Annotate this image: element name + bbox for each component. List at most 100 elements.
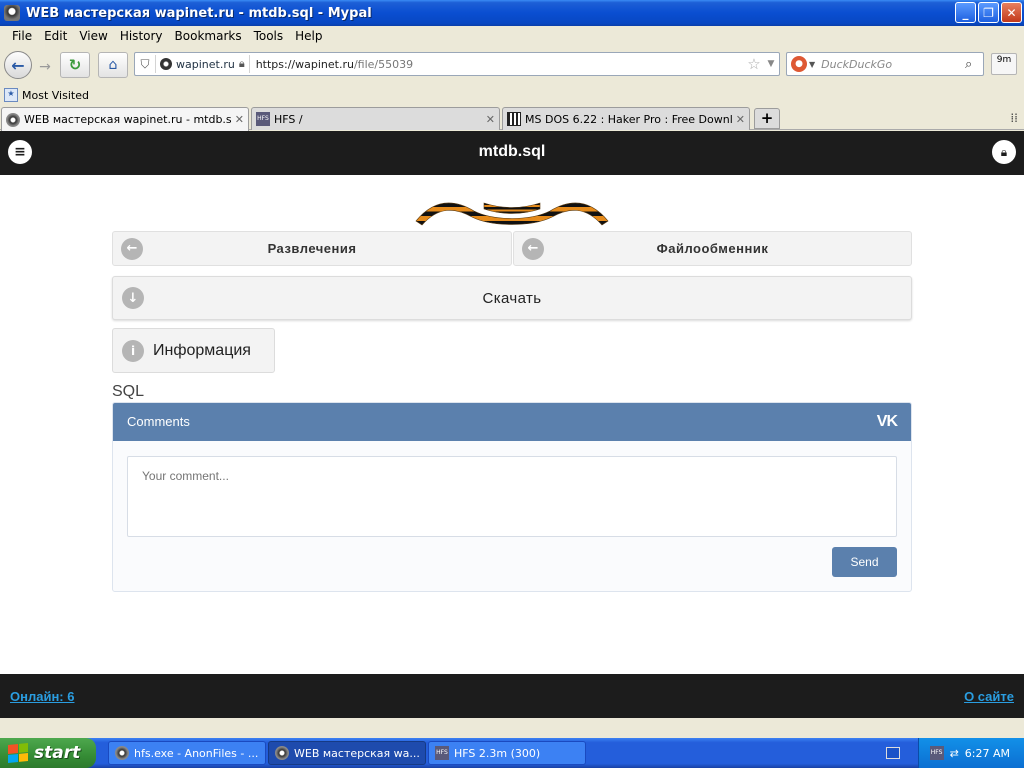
menu-bookmarks[interactable]: Bookmarks: [169, 29, 248, 43]
network-icon[interactable]: ⇄: [950, 747, 959, 760]
windows-taskbar: start hfs.exe - AnonFiles - ... WEB маст…: [0, 738, 1024, 768]
reload-button[interactable]: ↻: [60, 52, 90, 78]
start-label: start: [34, 743, 81, 763]
restore-button[interactable]: ❐: [978, 2, 999, 23]
list-all-tabs-icon[interactable]: ⁞⁞: [1010, 111, 1018, 125]
window-titlebar[interactable]: WEB мастерская wapinet.ru - mtdb.sql - M…: [0, 0, 1024, 26]
back-button[interactable]: ←: [4, 51, 32, 79]
menu-tools[interactable]: Tools: [248, 29, 290, 43]
forward-button[interactable]: →: [34, 54, 56, 80]
comments-header: Comments VK: [113, 403, 911, 441]
menu-edit[interactable]: Edit: [38, 29, 73, 43]
clock: 6:27 AM: [964, 746, 1010, 760]
menu-history[interactable]: History: [114, 29, 169, 43]
info-label: Информация: [153, 341, 251, 359]
file-type-label: SQL: [112, 383, 145, 400]
breadcrumb-file-exchange[interactable]: ← Файлообменник: [513, 231, 912, 266]
tracking-shield-icon[interactable]: ⛉: [135, 57, 155, 72]
tab-wapinet[interactable]: WEB мастерская wapinet.ru - mtdb.sql ✕: [1, 107, 249, 131]
task-label: HFS 2.3m (300): [454, 746, 541, 760]
cat-icon: [6, 112, 20, 127]
menu-file[interactable]: File: [6, 29, 38, 43]
taskbar-item-hfs-anonfiles[interactable]: hfs.exe - AnonFiles - ...: [108, 741, 266, 765]
online-count-link[interactable]: Онлайн: 6: [10, 689, 74, 704]
duckduckgo-icon[interactable]: ●: [791, 56, 807, 72]
hfs-tray-icon[interactable]: HFS: [929, 746, 944, 760]
keyboard-icon[interactable]: [886, 747, 900, 759]
tab-label: WEB мастерская wapinet.ru - mtdb.sql: [24, 113, 231, 126]
bookmark-folder-icon: ★: [4, 88, 18, 102]
search-bar[interactable]: ● ▼ DuckDuckGo ⌕: [786, 52, 984, 76]
cat-icon: [115, 746, 129, 760]
tab-label: MS DOS 6.22 : Haker Pro : Free Downloa..…: [525, 112, 732, 126]
plus-icon: +: [760, 109, 774, 127]
info-icon: i: [122, 339, 144, 362]
search-icon[interactable]: ⌕: [965, 57, 983, 72]
new-tab-button[interactable]: +: [754, 108, 780, 129]
page-content: ≡ mtdb.sql 🔒︎ ← Развлечения ← Файлообмен…: [0, 131, 1024, 718]
windows-logo-icon: [8, 742, 28, 764]
taskbar-item-hfs-server[interactable]: HFS HFS 2.3m (300): [428, 741, 586, 765]
home-icon: ⌂: [108, 57, 118, 73]
minimize-button[interactable]: _: [955, 2, 976, 23]
search-engine-dropdown-icon[interactable]: ▼: [809, 60, 815, 69]
about-link[interactable]: О сайте: [964, 689, 1014, 704]
extension-button[interactable]: 9m: [991, 53, 1017, 75]
close-tab-icon[interactable]: ✕: [486, 113, 495, 126]
download-label: Скачать: [482, 289, 542, 307]
menu-view[interactable]: View: [73, 29, 113, 43]
menu-bar: File Edit View History Bookmarks Tools H…: [0, 26, 1024, 46]
address-bar[interactable]: ⛉ wapinet.ru 🔒︎ https://wapinet.ru/file/…: [134, 52, 780, 76]
breadcrumb-label: Развлечения: [267, 241, 357, 256]
search-placeholder: DuckDuckGo: [821, 57, 893, 71]
tab-hfs[interactable]: HFS HFS / ✕: [251, 107, 500, 130]
mypal-app-icon: [4, 5, 20, 21]
bookmarks-toolbar: ★ Most Visited: [0, 84, 1024, 106]
site-identity-label: wapinet.ru: [176, 57, 235, 71]
info-button[interactable]: i Информация: [112, 328, 275, 373]
page-title: mtdb.sql: [478, 143, 546, 160]
arrow-down-icon: ↓: [122, 287, 144, 309]
close-tab-icon[interactable]: ✕: [736, 113, 745, 126]
login-lock-icon[interactable]: 🔒︎: [992, 140, 1016, 164]
bookmark-star-icon[interactable]: ☆: [745, 55, 763, 73]
tab-label: HFS /: [274, 112, 303, 126]
comments-title: Comments: [127, 414, 190, 429]
arrow-left-icon: ←: [121, 237, 143, 260]
tab-msdos[interactable]: MS DOS 6.22 : Haker Pro : Free Downloa..…: [502, 107, 750, 130]
lock-icon: 🔒︎: [238, 57, 245, 70]
comments-widget: Comments VK Send: [112, 402, 912, 592]
comment-input[interactable]: [127, 456, 897, 537]
st-george-ribbon-logo: [415, 202, 609, 226]
reload-icon: ↻: [68, 56, 82, 74]
window-title: WEB мастерская wapinet.ru - mtdb.sql - M…: [26, 5, 372, 21]
archive-icon: [507, 112, 521, 126]
taskbar-item-wapinet[interactable]: WEB мастерская wa...: [268, 741, 426, 765]
download-button[interactable]: ↓ Скачать: [112, 276, 912, 320]
back-arrow-icon: ←: [11, 55, 25, 75]
site-identity-button[interactable]: wapinet.ru 🔒︎: [155, 55, 250, 73]
close-button[interactable]: ✕: [1001, 2, 1022, 23]
cat-icon: [275, 746, 289, 760]
breadcrumb-entertainment[interactable]: ← Развлечения: [112, 231, 512, 266]
site-header: ≡ mtdb.sql 🔒︎: [0, 131, 1024, 175]
close-tab-icon[interactable]: ✕: [235, 113, 244, 126]
send-button[interactable]: Send: [832, 547, 897, 577]
site-footer: Онлайн: 6 О сайте: [0, 674, 1024, 718]
breadcrumb-label: Файлообменник: [656, 241, 769, 256]
arrow-left-icon: ←: [522, 237, 544, 260]
extension-badge: 9m: [996, 55, 1012, 65]
task-label: WEB мастерская wa...: [294, 746, 420, 760]
url-text[interactable]: https://wapinet.ru/file/55039: [256, 58, 745, 71]
navigation-toolbar: ← → ↻ ⌂ ⛉ wapinet.ru 🔒︎ https://wapinet.…: [0, 47, 1024, 83]
home-button[interactable]: ⌂: [98, 52, 128, 78]
vk-logo-icon: VK: [876, 413, 898, 430]
url-path: /file/55039: [353, 57, 414, 71]
bookmark-most-visited[interactable]: Most Visited: [22, 89, 89, 102]
menu-help[interactable]: Help: [289, 29, 328, 43]
url-dropdown-icon[interactable]: ▼: [763, 59, 779, 69]
hfs-icon: HFS: [256, 112, 270, 126]
hfs-icon: HFS: [435, 746, 449, 760]
start-button[interactable]: start: [0, 738, 96, 768]
url-host: https://wapinet.ru: [255, 57, 354, 71]
